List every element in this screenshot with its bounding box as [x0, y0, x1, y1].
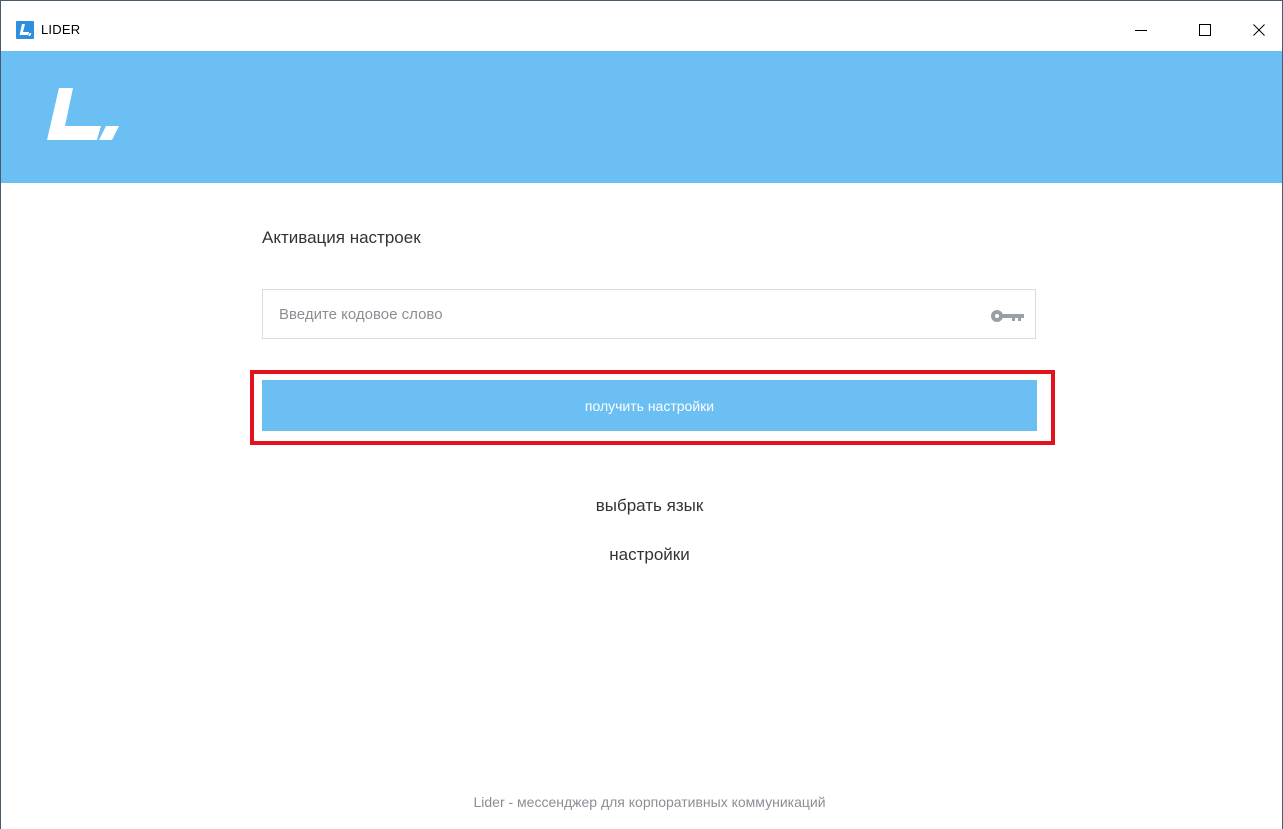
key-icon: [991, 310, 1024, 322]
app-icon: [16, 21, 34, 39]
settings-link[interactable]: настройки: [262, 544, 1037, 566]
app-window: LIDER Активация настроек Введите кодовое…: [0, 0, 1283, 829]
close-button[interactable]: [1236, 12, 1282, 48]
choose-language-link[interactable]: выбрать язык: [262, 495, 1037, 517]
maximize-button[interactable]: [1182, 12, 1228, 48]
code-word-input[interactable]: [263, 290, 963, 338]
code-input-container[interactable]: [262, 289, 1036, 339]
close-icon: [1253, 24, 1265, 36]
footer-text: Lider - мессенджер для корпоративных ком…: [473, 794, 826, 810]
maximize-icon: [1199, 24, 1211, 36]
header-banner: [1, 51, 1282, 183]
window-title: LIDER: [41, 22, 81, 37]
get-settings-button[interactable]: получить настройки: [262, 380, 1037, 431]
minimize-button[interactable]: [1118, 12, 1164, 48]
activation-title: Активация настроек: [262, 228, 421, 247]
minimize-icon: [1135, 30, 1147, 31]
lider-logo-icon: [47, 88, 119, 140]
title-bar[interactable]: LIDER: [1, 1, 1282, 50]
